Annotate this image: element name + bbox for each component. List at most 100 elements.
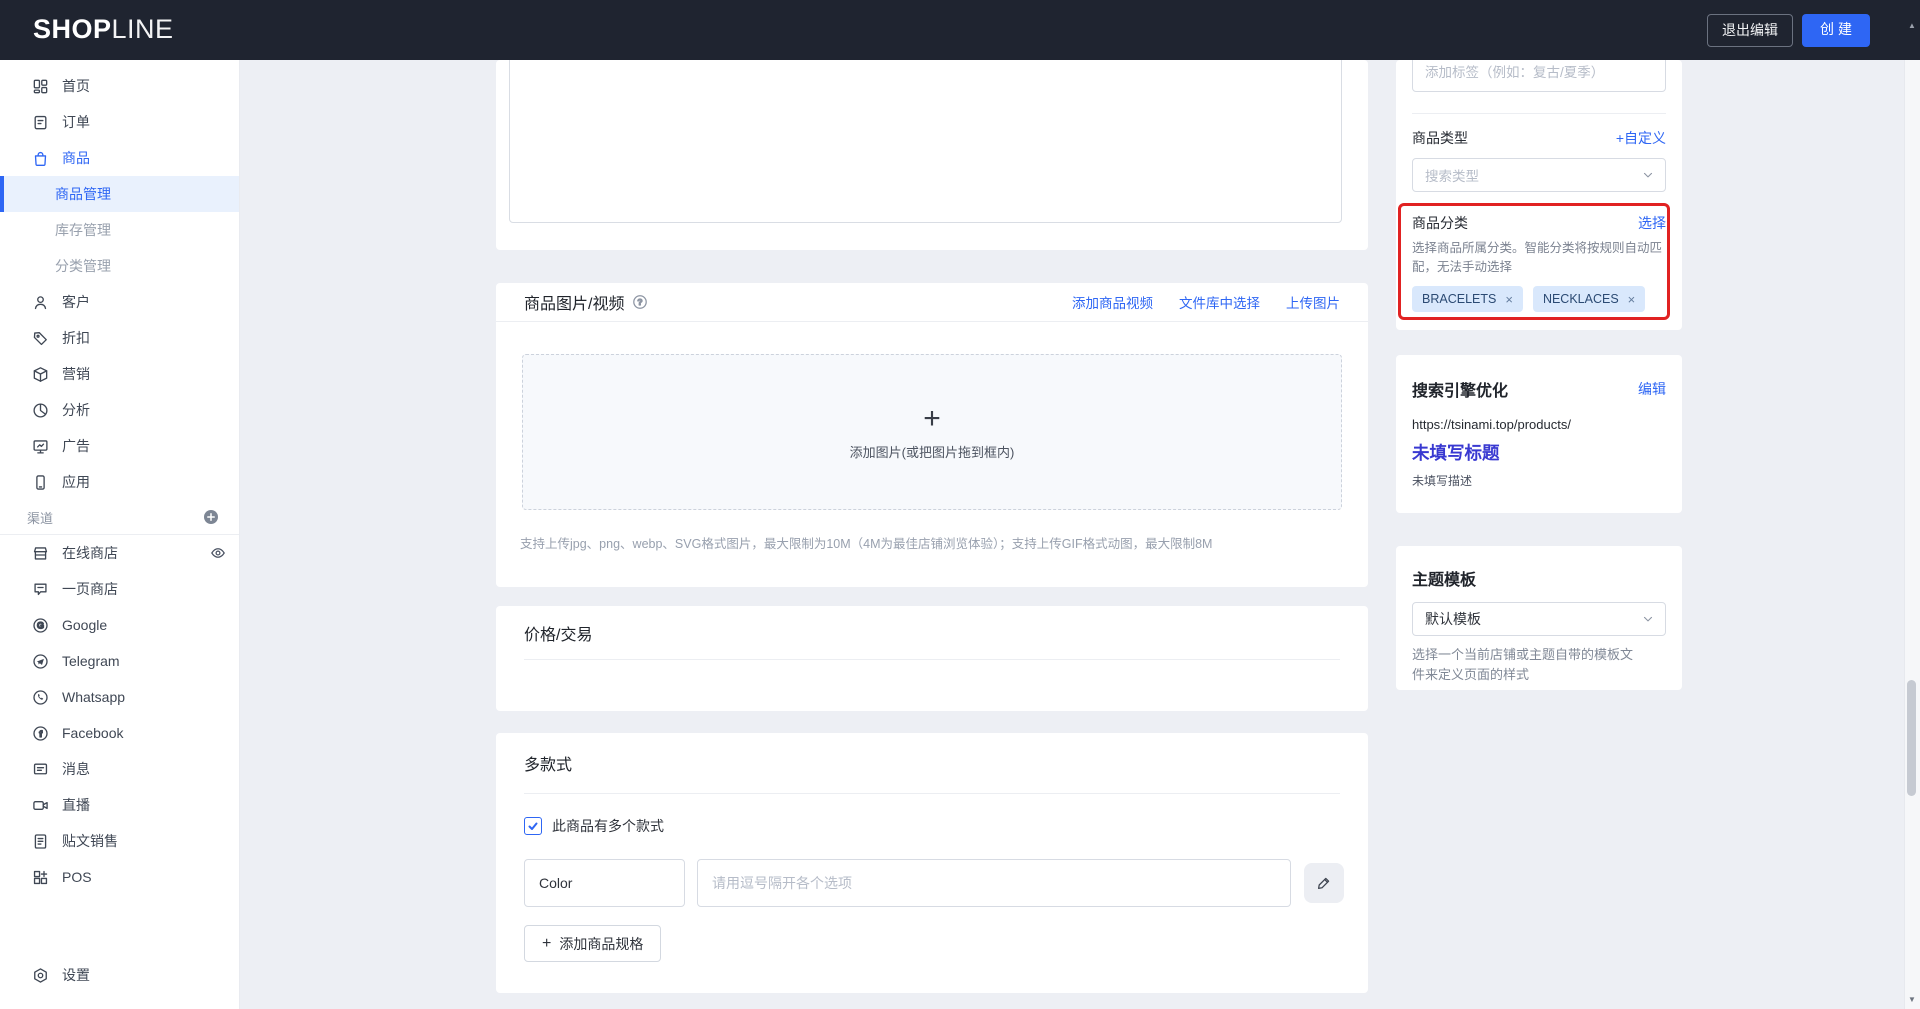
product-type-select-placeholder: 搜索类型: [1425, 165, 1479, 185]
create-button[interactable]: 创建: [1802, 14, 1870, 47]
option-name-input[interactable]: [524, 859, 685, 907]
image-upload-dropzone[interactable]: + 添加图片(或把图片拖到框内): [522, 354, 1342, 510]
upload-format-note: 支持上传jpg、png、webp、SVG格式图片，最大限制为10M（4M为最佳店…: [520, 533, 1342, 552]
upload-image-link[interactable]: 上传图片: [1286, 292, 1340, 312]
sidebar-item-label: 客户: [62, 292, 90, 312]
sidebar-item-label: 直播: [62, 795, 90, 815]
option-values-input[interactable]: [697, 859, 1291, 907]
sidebar-item-telegram[interactable]: Telegram: [0, 643, 239, 679]
upload-hint-text: 添加图片(或把图片拖到框内): [850, 442, 1015, 461]
chevron-down-icon: [1641, 612, 1655, 626]
media-links: 添加商品视频 文件库中选择 上传图片: [1072, 292, 1340, 312]
add-spec-label: 添加商品规格: [559, 934, 643, 954]
channels-section-header: 渠道: [0, 500, 239, 534]
add-spec-button[interactable]: + 添加商品规格: [524, 925, 661, 962]
sidebar-item-orders[interactable]: 订单: [0, 104, 239, 140]
upload-plus-icon: +: [923, 404, 941, 434]
has-variants-label: 此商品有多个款式: [552, 816, 664, 836]
divider: [524, 793, 1340, 794]
sidebar-item-products[interactable]: 商品: [0, 140, 239, 176]
sidebar-item-label: 贴文销售: [62, 831, 118, 851]
has-variants-checkbox[interactable]: [524, 817, 542, 835]
sidebar-item-post-sale[interactable]: 贴文销售: [0, 823, 239, 859]
sidebar-item-online-store[interactable]: 在线商店: [0, 535, 239, 571]
order-icon: [32, 114, 49, 131]
sidebar-item-messages[interactable]: 消息: [0, 751, 239, 787]
sidebar-item-label: 折扣: [62, 328, 90, 348]
media-card-title: 商品图片/视频: [524, 290, 624, 314]
sidebar-item-google[interactable]: Google: [0, 607, 239, 643]
sidebar-item-apps[interactable]: 应用: [0, 464, 239, 500]
sidebar-item-label: 分析: [62, 400, 90, 420]
sidebar-settings-wrap: 设置: [0, 957, 239, 993]
sidebar-item-label: 订单: [62, 112, 90, 132]
price-card-header: 价格/交易: [496, 606, 1368, 659]
seo-url: https://tsinami.top/products/: [1412, 417, 1666, 432]
choose-from-file-library-link[interactable]: 文件库中选择: [1179, 292, 1260, 312]
remove-tag-icon[interactable]: ×: [1505, 292, 1513, 307]
bag-icon: [32, 150, 49, 167]
sidebar-item-one-page-store[interactable]: 一页商店: [0, 571, 239, 607]
product-media-card: 商品图片/视频 添加商品视频 文件库中选择 上传图片 + 添加图片(或把图片拖到…: [496, 283, 1368, 587]
sidebar-item-product-management[interactable]: 商品管理: [0, 176, 239, 212]
top-bar: SHOPLINE 退出编辑 创建: [0, 0, 1920, 60]
eye-icon[interactable]: [210, 545, 226, 561]
has-variants-row: 此商品有多个款式: [524, 816, 1368, 836]
sidebar-item-customers[interactable]: 客户: [0, 284, 239, 320]
divider: [524, 659, 1340, 660]
sidebar-item-label: 设置: [62, 965, 90, 985]
sidebar-item-live[interactable]: 直播: [0, 787, 239, 823]
page-scrollbar[interactable]: ▲ ▼: [1904, 0, 1920, 1009]
logo-light: LINE: [112, 14, 174, 44]
seo-edit-link[interactable]: 编辑: [1638, 379, 1666, 399]
description-editor-area[interactable]: [509, 54, 1342, 223]
variants-card-header: 多款式: [496, 733, 1368, 793]
sidebar-item-pos[interactable]: POS: [0, 859, 239, 895]
sidebar-item-facebook[interactable]: Facebook: [0, 715, 239, 751]
sidebar-item-whatsapp[interactable]: Whatsapp: [0, 679, 239, 715]
theme-template-card: 主题模板 默认模板 选择一个当前店铺或主题自带的模板文件来定义页面的样式: [1396, 546, 1682, 690]
sidebar-item-category-management[interactable]: 分类管理: [0, 248, 239, 284]
seo-title: 搜索引擎优化: [1412, 377, 1508, 401]
sidebar-item-label: 在线商店: [62, 543, 118, 563]
sidebar-item-inventory-management[interactable]: 库存管理: [0, 212, 239, 248]
theme-template-select[interactable]: 默认模板: [1412, 602, 1666, 636]
sidebar-item-home[interactable]: 首页: [0, 68, 239, 104]
sidebar-item-ads[interactable]: 广告: [0, 428, 239, 464]
whatsapp-icon: [32, 689, 49, 706]
shopline-admin-app: SHOPLINE 退出编辑 创建 首页 订单 商品 商品管理 库存管理 分类管理…: [0, 0, 1920, 1009]
sidebar-item-label: 商品: [62, 148, 90, 168]
remove-tag-icon[interactable]: ×: [1628, 292, 1636, 307]
analytics-pie-icon: [32, 402, 49, 419]
sidebar-item-label: 首页: [62, 76, 90, 96]
product-type-select[interactable]: 搜索类型: [1412, 158, 1666, 192]
scroll-down-arrow-icon[interactable]: ▼: [1908, 995, 1916, 1004]
help-icon[interactable]: [632, 294, 648, 310]
edit-option-button[interactable]: [1304, 863, 1344, 903]
apps-phone-icon: [32, 474, 49, 491]
category-select-link[interactable]: 选择: [1638, 213, 1666, 233]
discount-tag-icon: [32, 330, 49, 347]
pencil-icon: [1316, 875, 1332, 891]
exit-edit-button[interactable]: 退出编辑: [1707, 14, 1793, 47]
variant-option-row: [524, 859, 1368, 907]
custom-type-link[interactable]: +自定义: [1616, 128, 1666, 148]
sidebar-item-label: 库存管理: [55, 220, 111, 240]
seo-card: 搜索引擎优化 编辑 https://tsinami.top/products/ …: [1396, 355, 1682, 513]
customer-icon: [32, 294, 49, 311]
scrollbar-track[interactable]: [1904, 60, 1920, 1009]
sidebar-item-label: Whatsapp: [62, 689, 125, 705]
sidebar: 首页 订单 商品 商品管理 库存管理 分类管理 客户 折扣 营销: [0, 60, 240, 1009]
add-channel-plus-icon[interactable]: [203, 509, 219, 525]
add-product-video-link[interactable]: 添加商品视频: [1072, 292, 1153, 312]
one-page-store-icon: [32, 581, 49, 598]
sidebar-item-discounts[interactable]: 折扣: [0, 320, 239, 356]
scrollbar-thumb[interactable]: [1907, 680, 1916, 796]
sidebar-item-marketing[interactable]: 营销: [0, 356, 239, 392]
shopline-logo: SHOPLINE: [33, 14, 174, 45]
category-tag-bracelets: BRACELETS ×: [1412, 286, 1523, 312]
sidebar-item-settings[interactable]: 设置: [0, 957, 239, 993]
sidebar-item-analytics[interactable]: 分析: [0, 392, 239, 428]
scroll-up-arrow-icon[interactable]: ▲: [1908, 21, 1916, 30]
price-trade-card: 价格/交易: [496, 606, 1368, 711]
